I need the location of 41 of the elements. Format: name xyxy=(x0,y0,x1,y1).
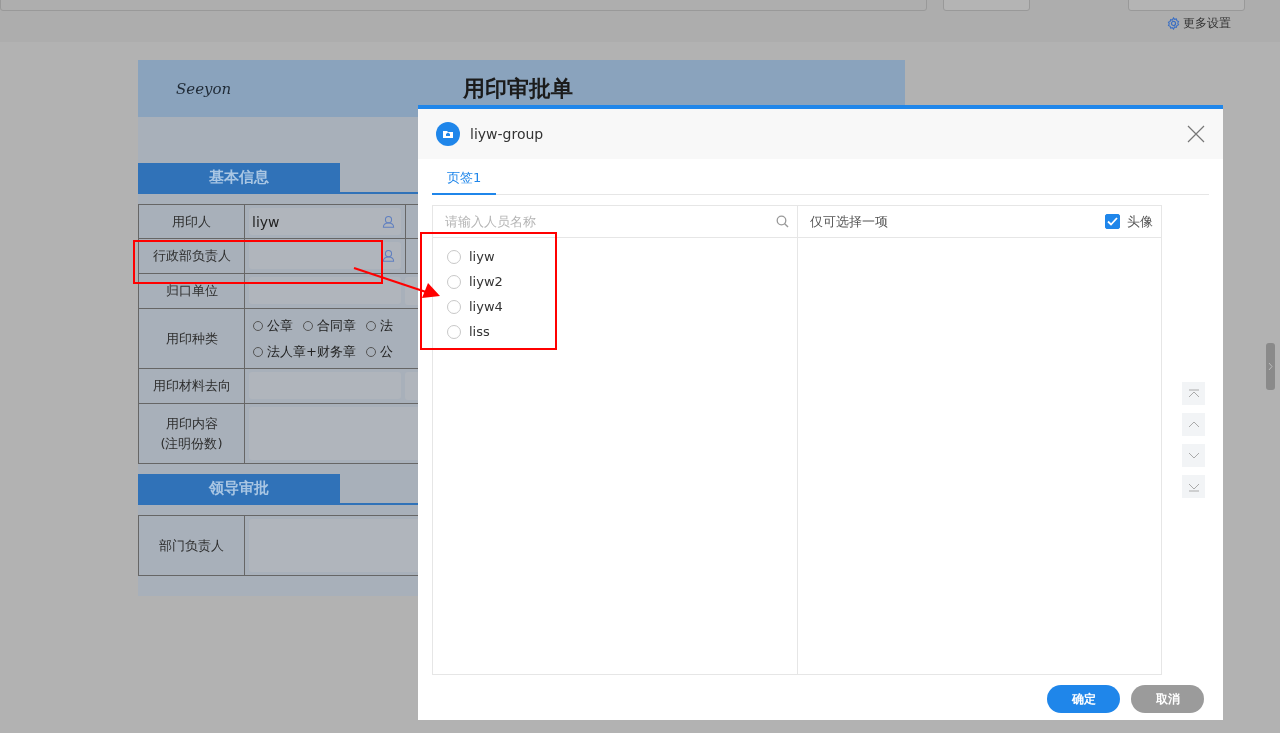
gear-icon xyxy=(1167,17,1180,30)
person-option[interactable]: liyw xyxy=(447,244,797,269)
radio-option[interactable]: 公章 xyxy=(253,316,293,335)
field-label: 用印材料去向 xyxy=(139,369,245,403)
radio-option[interactable]: 公 xyxy=(365,342,393,361)
radio-option[interactable]: 合同章 xyxy=(303,316,356,335)
more-settings-link[interactable]: 更多设置 xyxy=(1167,15,1231,32)
avatar-checkbox[interactable]: 头像 xyxy=(1105,212,1153,231)
field-label: 行政部负责人 xyxy=(139,239,245,273)
move-down-icon[interactable] xyxy=(1182,444,1205,467)
form-title: 用印审批单 xyxy=(463,75,573,103)
toolbar-button[interactable] xyxy=(943,0,1030,11)
input-field[interactable]: liyw xyxy=(249,208,401,235)
person-option[interactable]: liyw2 xyxy=(447,269,797,294)
confirm-button[interactable]: 确定 xyxy=(1047,685,1120,713)
field-label: 归口单位 xyxy=(139,274,245,308)
dropdown[interactable] xyxy=(1128,0,1245,11)
person-icon[interactable] xyxy=(382,249,395,262)
person-icon[interactable] xyxy=(382,215,395,228)
close-icon[interactable] xyxy=(1187,125,1205,143)
logo: Seeyon xyxy=(176,79,232,98)
dialog-title: liyw-group xyxy=(470,126,545,142)
input-field[interactable] xyxy=(249,277,401,304)
tab[interactable]: 页签1 xyxy=(432,159,497,195)
person-option[interactable]: liss xyxy=(447,319,797,344)
field-label: 用印种类 xyxy=(139,309,245,368)
home-folder-icon xyxy=(436,122,460,146)
input-field[interactable] xyxy=(249,242,401,269)
radio-option[interactable]: 法 xyxy=(366,316,393,335)
check-icon xyxy=(1107,217,1118,226)
field-label: 用印内容 (注明份数) xyxy=(139,404,245,463)
collapse-handle[interactable] xyxy=(1266,343,1275,390)
search-icon[interactable] xyxy=(776,215,789,228)
move-up-icon[interactable] xyxy=(1182,413,1205,436)
person-option[interactable]: liyw4 xyxy=(447,294,797,319)
move-top-icon[interactable] xyxy=(1182,382,1205,405)
radio-option[interactable]: 法人章+财务章 xyxy=(253,342,356,361)
field-label: 用印人 xyxy=(139,205,245,238)
move-bottom-icon[interactable] xyxy=(1182,475,1205,498)
field-label: 部门负责人 xyxy=(139,516,245,575)
panel-header: 仅可选择一项 xyxy=(810,212,888,231)
